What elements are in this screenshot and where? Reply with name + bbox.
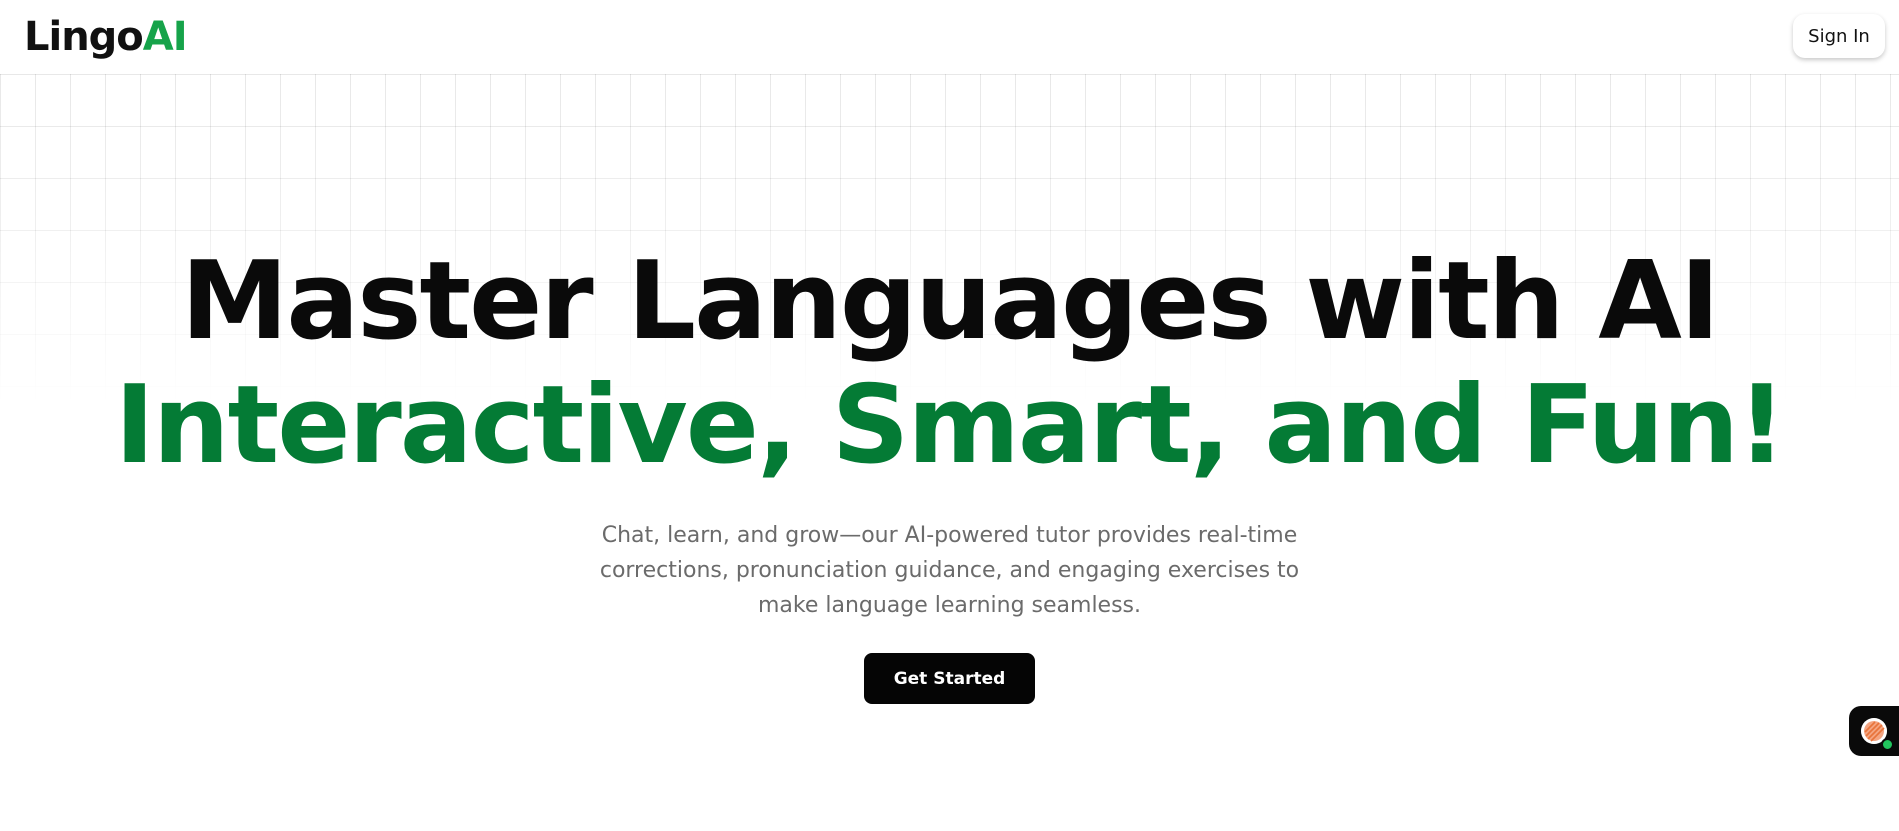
- sign-in-button[interactable]: Sign In: [1793, 14, 1885, 58]
- get-started-button[interactable]: Get Started: [864, 653, 1035, 704]
- logo-text-ai: AI: [142, 14, 188, 60]
- hero-description: Chat, learn, and grow—our AI-powered tut…: [599, 523, 1300, 618]
- logo-text-lingo: Lingo: [24, 14, 144, 60]
- landing-page: LingoAI Sign In Master Languages with AI…: [0, 0, 1899, 831]
- chat-widget-button[interactable]: [1849, 706, 1899, 756]
- top-nav: LingoAI Sign In: [0, 0, 1899, 74]
- logo[interactable]: LingoAI: [24, 12, 188, 62]
- online-status-dot: [1881, 738, 1894, 751]
- hero-section: Master Languages with AI Interactive, Sm…: [0, 240, 1899, 704]
- hero-headline: Master Languages with AI: [180, 239, 1720, 364]
- hero-subheadline: Interactive, Smart, and Fun!: [114, 363, 1787, 488]
